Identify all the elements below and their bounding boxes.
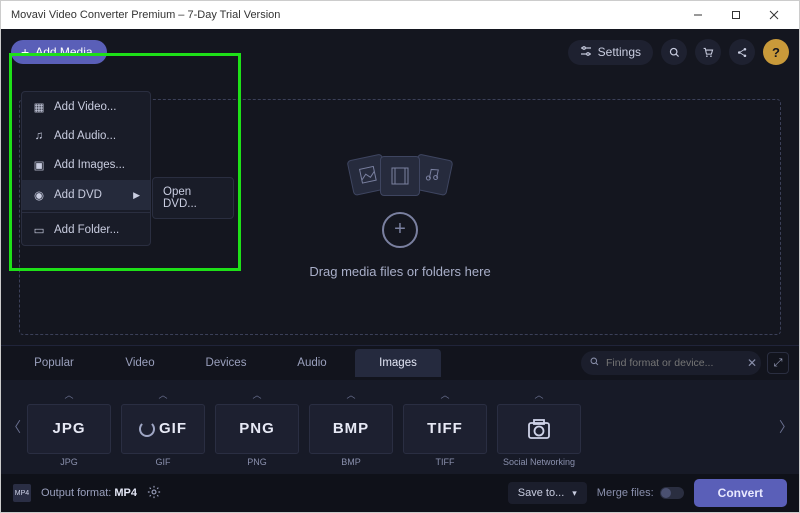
close-button[interactable] <box>755 1 793 29</box>
search-icon <box>589 354 600 372</box>
settings-button[interactable]: Settings <box>568 40 653 65</box>
tab-audio[interactable]: Audio <box>269 349 355 377</box>
tab-popular[interactable]: Popular <box>11 349 97 377</box>
scroll-left-button[interactable]: 〈 <box>3 380 25 474</box>
format-label: TIFF <box>436 457 455 467</box>
menu-open-dvd[interactable]: Open DVD... <box>153 178 233 218</box>
music-note-icon: ♫ <box>32 130 46 142</box>
dropzone-text: Drag media files or folders here <box>309 264 490 279</box>
output-format-text: Output format: MP4 <box>41 487 137 499</box>
add-files-plus-button[interactable]: + <box>382 212 418 248</box>
settings-label: Settings <box>598 45 641 59</box>
format-card-tiff[interactable]: ︿ TIFF TIFF <box>401 388 489 467</box>
question-icon: ? <box>772 45 780 60</box>
maximize-button[interactable] <box>717 1 755 29</box>
minimize-button[interactable] <box>679 1 717 29</box>
format-label: Social Networking <box>503 457 575 467</box>
share-button[interactable] <box>729 39 755 65</box>
add-dvd-submenu: Open DVD... <box>152 177 234 219</box>
format-label: JPG <box>60 457 78 467</box>
help-button[interactable]: ? <box>763 39 789 65</box>
image-icon: ▣ <box>32 158 46 172</box>
scroll-right-button[interactable]: 〉 <box>775 380 797 474</box>
chevron-right-icon: ▶ <box>133 190 140 201</box>
tab-video[interactable]: Video <box>97 349 183 377</box>
menu-add-dvd[interactable]: ◉ Add DVD ▶ <box>22 180 150 210</box>
format-logo: TIFF <box>403 404 487 454</box>
film-icon: ▦ <box>32 100 46 114</box>
menu-add-images[interactable]: ▣ Add Images... <box>22 150 150 180</box>
format-card-bmp[interactable]: ︿ BMP BMP <box>307 388 395 467</box>
add-media-button[interactable]: + Add Media <box>11 40 107 64</box>
film-tile-icon <box>380 156 420 196</box>
chevron-up-icon: ︿ <box>252 388 261 401</box>
top-toolbar: + Add Media Settings ? <box>1 29 799 69</box>
format-card-jpg[interactable]: ︿ JPG JPG <box>25 388 113 467</box>
format-label: PNG <box>247 457 267 467</box>
add-media-label: Add Media <box>35 45 92 59</box>
format-search[interactable]: ✕ <box>581 351 761 375</box>
formats-row: 〈 ︿ JPG JPG ︿ GIF GIF ︿ PNG <box>1 380 799 474</box>
camera-icon <box>497 404 581 454</box>
menu-add-folder[interactable]: ▭ Add Folder... <box>22 215 150 245</box>
chevron-up-icon: ︿ <box>64 388 73 401</box>
chevron-up-icon: ︿ <box>346 388 355 401</box>
format-card-social[interactable]: ︿ Social Networking <box>495 388 583 467</box>
menu-add-audio[interactable]: ♫ Add Audio... <box>22 122 150 150</box>
tab-devices[interactable]: Devices <box>183 349 269 377</box>
format-logo: GIF <box>121 404 205 454</box>
merge-files-control: Merge files: <box>597 487 684 499</box>
add-media-menu: ▦ Add Video... ♫ Add Audio... ▣ Add Imag… <box>21 91 151 246</box>
search-button[interactable] <box>661 39 687 65</box>
format-logo: JPG <box>27 404 111 454</box>
bottom-bar: MP4 Output format: MP4 Save to... ▾ Merg… <box>1 474 799 512</box>
format-logo: PNG <box>215 404 299 454</box>
output-settings-button[interactable] <box>147 485 161 502</box>
app-body: + Add Media Settings ? ▦ Add Video... ♫ <box>1 29 799 512</box>
format-tabs: Popular Video Devices Audio Images ✕ ⤢ <box>1 346 799 380</box>
format-label: GIF <box>156 457 171 467</box>
format-logo: BMP <box>309 404 393 454</box>
cart-button[interactable] <box>695 39 721 65</box>
chevron-up-icon: ︿ <box>440 388 449 401</box>
chevron-down-icon: ▾ <box>572 488 577 499</box>
folder-icon: ▭ <box>32 223 46 237</box>
dropzone-illustration <box>344 156 456 196</box>
expand-panel-button[interactable]: ⤢ <box>767 352 789 374</box>
clear-search-icon[interactable]: ✕ <box>747 356 757 370</box>
app-window: Movavi Video Converter Premium – 7-Day T… <box>0 0 800 513</box>
format-card-gif[interactable]: ︿ GIF GIF <box>119 388 207 467</box>
sliders-icon <box>580 45 592 60</box>
plus-icon: + <box>21 45 29 59</box>
tab-images[interactable]: Images <box>355 349 441 377</box>
format-cards: ︿ JPG JPG ︿ GIF GIF ︿ PNG PNG <box>25 388 775 467</box>
menu-add-video[interactable]: ▦ Add Video... <box>22 92 150 122</box>
format-card-png[interactable]: ︿ PNG PNG <box>213 388 301 467</box>
output-format-icon: MP4 <box>13 484 31 502</box>
convert-button[interactable]: Convert <box>694 479 787 507</box>
merge-files-toggle[interactable] <box>660 487 684 499</box>
format-label: BMP <box>341 457 361 467</box>
format-panel: Popular Video Devices Audio Images ✕ ⤢ 〈… <box>1 345 799 474</box>
titlebar: Movavi Video Converter Premium – 7-Day T… <box>1 1 799 29</box>
window-title: Movavi Video Converter Premium – 7-Day T… <box>11 9 679 21</box>
chevron-up-icon: ︿ <box>534 388 543 401</box>
chevron-up-icon: ︿ <box>158 388 167 401</box>
format-search-input[interactable] <box>606 357 741 369</box>
disc-icon: ◉ <box>32 188 46 202</box>
save-to-button[interactable]: Save to... ▾ <box>508 482 587 504</box>
